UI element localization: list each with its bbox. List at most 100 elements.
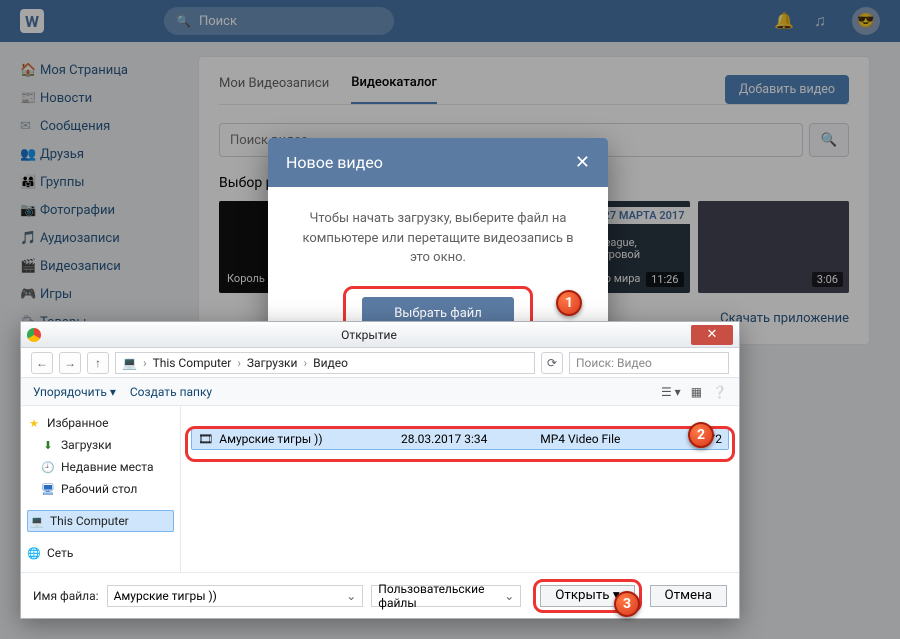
tree-downloads[interactable]: ⬇ Загрузки	[27, 434, 174, 456]
thumb-date: 27 МАРТА 2017	[599, 207, 690, 224]
pc-icon: 💻	[122, 356, 137, 370]
download-icon: ⬇	[41, 439, 55, 452]
list-header	[191, 408, 729, 428]
annotation-badge-1: 1	[556, 290, 582, 316]
tree-this-computer[interactable]: 💻 This Computer	[27, 510, 174, 532]
dialog-titlebar: Открытие ✕	[21, 322, 739, 348]
left-nav: 🏠Моя Страница 📰Новости ✉Сообщения 👥Друзь…	[20, 56, 180, 336]
dialog-search[interactable]: Поиск: Видео	[569, 352, 729, 374]
dropdown-icon: ⌄	[346, 589, 356, 603]
help-icon[interactable]: ❔	[712, 385, 727, 399]
dialog-close-button[interactable]: ✕	[691, 325, 733, 345]
tree-label: Недавние места	[61, 460, 154, 474]
nav-label: Сообщения	[40, 119, 110, 134]
nav-label: Моя Страница	[40, 63, 128, 78]
star-icon: ★	[27, 417, 41, 430]
refresh-button[interactable]: ⟳	[541, 352, 563, 374]
desktop-icon: 🖥	[41, 483, 55, 496]
annotation-badge-3: 3	[614, 591, 640, 617]
search-placeholder: Поиск	[199, 14, 237, 29]
chrome-icon	[27, 328, 41, 342]
messages-icon: ✉	[20, 119, 40, 134]
nav-back-button[interactable]: ←	[31, 352, 53, 374]
tree-favorites[interactable]: ★Избранное	[27, 412, 174, 434]
tree-network[interactable]: 🌐 Сеть	[27, 542, 174, 564]
avatar[interactable]: 😎	[852, 7, 880, 35]
nav-label: Новости	[40, 91, 92, 106]
tree-desktop[interactable]: 🖥 Рабочий стол	[27, 478, 174, 500]
organize-button[interactable]: Упорядочить ▾	[33, 385, 116, 399]
tree-label: Сеть	[47, 546, 73, 560]
news-icon: 📰	[20, 91, 40, 106]
dialog-tree: ★Избранное ⬇ Загрузки 🕘Недавние места 🖥 Ра…	[21, 406, 181, 572]
new-folder-button[interactable]: Создать папку	[130, 385, 212, 399]
file-date: 28.03.2017 3:34	[395, 430, 534, 448]
friends-icon: 👥	[20, 147, 40, 162]
music-icon[interactable]: ♫	[814, 11, 834, 31]
modal-text: Чтобы начать загрузку, выберите файл на …	[296, 209, 580, 268]
path-seg[interactable]: Загрузки	[247, 356, 298, 370]
video-thumb[interactable]: 3:06	[698, 201, 850, 293]
network-icon: 🌐	[27, 547, 41, 560]
path-seg[interactable]: This Computer	[153, 356, 232, 370]
view-list-icon[interactable]: ☰ ▾	[661, 385, 681, 399]
nav-my-page[interactable]: 🏠Моя Страница	[20, 56, 180, 84]
tree-recent[interactable]: 🕘Недавние места	[27, 456, 174, 478]
tab-catalog[interactable]: Видеокаталог	[351, 75, 437, 104]
view-preview-icon[interactable]: ▦	[691, 385, 702, 399]
tree-label: Рабочий стол	[61, 482, 137, 496]
dialog-file-list: 🎞 Амурские тигры )) 28.03.2017 3:34 MP4 V…	[181, 406, 739, 572]
filetype-value: Пользовательские файлы	[378, 582, 504, 610]
global-search[interactable]: 🔍 Поиск	[164, 7, 394, 35]
home-icon: 🏠	[20, 63, 40, 78]
add-video-button[interactable]: Добавить видео	[725, 75, 849, 104]
file-type: MP4 Video File	[534, 430, 652, 448]
video-search-button[interactable]: 🔍	[809, 123, 849, 157]
nav-video[interactable]: 🎬Видеозаписи	[20, 252, 180, 280]
filename-label: Имя файла:	[33, 589, 99, 603]
nav-label: Группы	[40, 175, 84, 190]
tree-label: This Computer	[50, 514, 129, 528]
nav-label: Игры	[40, 287, 72, 302]
nav-photos[interactable]: 📷Фотографии	[20, 196, 180, 224]
search-icon: 🔍	[176, 14, 191, 28]
header: W 🔍 Поиск 🔔 ♫ 😎	[0, 0, 900, 42]
nav-label: Видеозаписи	[40, 259, 121, 274]
nav-up-button[interactable]: ↑	[87, 352, 109, 374]
dialog-nav: ← → ↑ 💻 ›This Computer ›Загрузки ›Видео …	[21, 348, 739, 378]
nav-groups[interactable]: 👨‍👩‍👧Группы	[20, 168, 180, 196]
games-icon: 🎮	[20, 287, 40, 302]
nav-audio[interactable]: 🎵Аудиозаписи	[20, 224, 180, 252]
modal-title: Новое видео	[286, 153, 383, 172]
video-file-icon: 🎞	[198, 432, 213, 446]
close-icon[interactable]: ✕	[575, 152, 590, 173]
file-row[interactable]: 🎞 Амурские тигры )) 28.03.2017 3:34 MP4 V…	[191, 428, 729, 450]
nav-messages[interactable]: ✉Сообщения	[20, 112, 180, 140]
nav-forward-button[interactable]: →	[59, 352, 81, 374]
modal-header: Новое видео ✕	[268, 138, 608, 187]
photos-icon: 📷	[20, 203, 40, 218]
bell-icon[interactable]: 🔔	[774, 11, 794, 31]
vk-logo[interactable]: W	[20, 9, 44, 33]
dropdown-icon: ⌄	[504, 589, 514, 603]
groups-icon: 👨‍👩‍👧	[20, 175, 40, 190]
filetype-select[interactable]: Пользовательские файлы⌄	[371, 585, 521, 607]
audio-icon: 🎵	[20, 231, 40, 246]
thumb-duration: 11:26	[646, 272, 683, 287]
filename-input[interactable]: Амурские тигры ))⌄	[107, 585, 364, 607]
nav-news[interactable]: 📰Новости	[20, 84, 180, 112]
video-tabs: Мои Видеозаписи Видеокаталог Добавить ви…	[219, 75, 849, 105]
tab-my-videos[interactable]: Мои Видеозаписи	[219, 76, 329, 103]
cancel-button[interactable]: Отмена	[650, 585, 727, 607]
file-name: Амурские тигры ))	[219, 432, 322, 446]
nav-games[interactable]: 🎮Игры	[20, 280, 180, 308]
dialog-toolbar: Упорядочить ▾ Создать папку ☰ ▾ ▦ ❔	[21, 378, 739, 406]
pc-icon: 💻	[30, 515, 44, 528]
video-icon: 🎬	[20, 259, 40, 274]
nav-label: Аудиозаписи	[40, 231, 120, 246]
tree-label: Загрузки	[61, 438, 112, 452]
nav-friends[interactable]: 👥Друзья	[20, 140, 180, 168]
nav-label: Друзья	[40, 147, 84, 162]
path-breadcrumb[interactable]: 💻 ›This Computer ›Загрузки ›Видео	[115, 352, 535, 374]
path-seg[interactable]: Видео	[313, 356, 348, 370]
